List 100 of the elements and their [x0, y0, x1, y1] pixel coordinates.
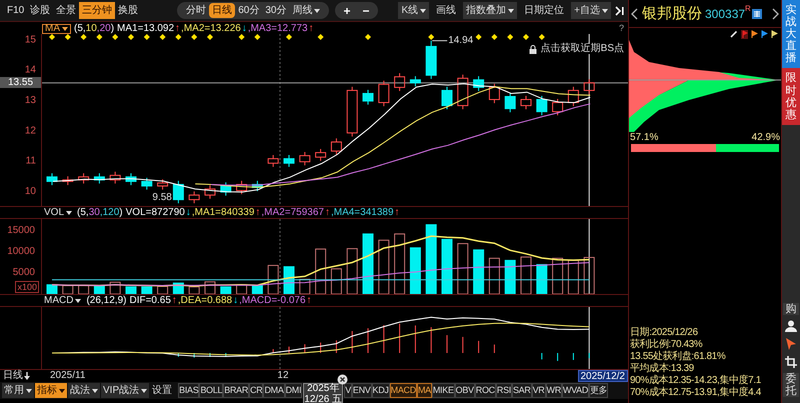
period-tab[interactable]: 周线 — [289, 3, 324, 18]
bs-point-icon — [254, 34, 260, 40]
pencil-icon[interactable] — [730, 30, 738, 38]
caret-icon — [508, 8, 514, 12]
flag-icon[interactable] — [761, 30, 768, 38]
indicator-reading: DIF=0.65 — [129, 295, 171, 306]
indicator-tab[interactable]: KDJ — [372, 383, 390, 398]
indicator-tab[interactable]: RSI — [496, 383, 512, 398]
indicator-tab[interactable]: SAR — [512, 383, 532, 398]
collapse-icon[interactable] — [615, 6, 624, 16]
indicator-tab[interactable]: OBV — [454, 383, 475, 398]
menu-button[interactable]: VIP战法 — [101, 383, 150, 398]
price-axis-label: 15 — [24, 34, 36, 46]
bs-point-icon — [318, 34, 324, 40]
side-tool-button[interactable]: 购 — [783, 302, 799, 315]
indicator-tab[interactable]: BOLL — [199, 383, 224, 398]
indicator-tab[interactable]: BIAS — [178, 383, 200, 398]
zoom-button[interactable]: + — [343, 4, 350, 16]
bs-point-icon — [80, 34, 87, 40]
bs-point-icon — [538, 34, 545, 40]
indicator-dropdown[interactable]: VOL — [42, 208, 74, 218]
volume-bar — [330, 268, 342, 294]
caret-icon — [602, 8, 608, 12]
indicator-reading: ,MACD=-0.076 — [239, 295, 306, 306]
menu-button[interactable]: 常用 — [2, 383, 34, 398]
toolbar-button[interactable]: +自选 — [571, 2, 611, 19]
chip-stat: 70%成本12.75-13.91,集中度4.4 — [630, 387, 762, 399]
date-axis-label: 2025/11 — [50, 371, 86, 381]
indicator-tab[interactable]: MA — [416, 383, 432, 398]
indicator-tab[interactable]: DMA — [263, 383, 285, 398]
volume-bar — [457, 243, 468, 294]
cursor-icon[interactable] — [784, 336, 798, 351]
bs-point-icon — [49, 34, 55, 40]
loss-percentage: 42.9% — [752, 132, 780, 144]
candlestick — [94, 172, 105, 184]
chip-stat: 获利比例:70.43% — [630, 339, 704, 350]
candlestick — [268, 154, 279, 168]
toolbar-tab[interactable]: 诊股 — [27, 2, 54, 19]
candlestick — [157, 178, 168, 190]
side-tool-button[interactable]: 委托 — [783, 372, 799, 397]
period-tab[interactable]: 分时 — [183, 3, 210, 18]
volume-bar — [394, 233, 406, 294]
indicator-tab[interactable]: MACD — [390, 383, 417, 398]
volume-axis-label: 5000 — [12, 268, 35, 278]
toolbar-button[interactable]: 日期定位 — [521, 2, 568, 19]
indicator-tab[interactable]: VR — [532, 383, 546, 398]
zoom-button[interactable]: − — [362, 4, 370, 16]
caret-icon — [75, 298, 82, 302]
stock-mark: R — [745, 5, 751, 13]
indicator-tab[interactable]: WVAD — [562, 383, 590, 398]
period-tab[interactable]: 30分 — [262, 3, 290, 18]
toolbar-button[interactable]: 指数叠加 — [463, 2, 518, 19]
volume-bar — [157, 286, 168, 294]
trend-arrow: ↑ — [394, 207, 400, 218]
menu-button[interactable]: 指标 — [35, 383, 67, 398]
side-tab[interactable]: 实战大直播 — [782, 0, 800, 68]
indicator-tab[interactable]: 更多 — [589, 383, 608, 398]
help-icon[interactable]: ? — [618, 24, 624, 33]
indicator-dropdown[interactable]: MACD — [42, 296, 84, 306]
toolbar-tab[interactable]: 换股 — [115, 2, 142, 19]
toolbar-tab[interactable]: F10 — [4, 2, 28, 19]
candlestick — [536, 95, 548, 116]
indicator-parameter: (26,12,9) — [86, 295, 126, 306]
date-axis-label: 12 — [277, 371, 289, 381]
indicator-parameter: ) — [110, 23, 114, 34]
next-icon[interactable] — [772, 8, 779, 20]
menu-button[interactable]: 战法 — [68, 383, 100, 398]
volume-bar — [488, 258, 500, 294]
side-tab[interactable]: 限时优惠 — [782, 68, 800, 125]
previous-icon[interactable] — [631, 8, 638, 20]
indicator-tab[interactable]: V — [344, 383, 352, 398]
flag-icon[interactable] — [751, 30, 758, 38]
period-tab[interactable]: 60分 — [235, 3, 262, 18]
toolbar-tab[interactable]: 三分钟 — [79, 2, 116, 19]
bs-point-icon — [191, 34, 198, 40]
indicator-reading: ,MA3=12.773 — [248, 23, 308, 34]
profit-percentage: 57.1% — [630, 132, 658, 144]
indicator-tab[interactable]: BRAR — [223, 383, 250, 398]
toolbar-tab[interactable]: 全景 — [53, 2, 80, 19]
candlestick — [394, 72, 406, 92]
indicator-tab[interactable]: ROC — [474, 383, 496, 398]
indicator-tab[interactable]: MIKE — [432, 383, 455, 398]
toolbar-button[interactable]: K线 — [398, 2, 430, 19]
indicator-tab[interactable]: WR — [546, 383, 562, 398]
indicator-tab[interactable]: CR — [249, 383, 264, 398]
toolbar-button[interactable]: 画线 — [433, 2, 460, 19]
crop-icon[interactable] — [784, 354, 798, 369]
period-tab[interactable]: 日线 — [209, 3, 236, 18]
indicator-dropdown[interactable]: MA — [42, 24, 71, 34]
bs-point-icon — [286, 34, 292, 40]
menu-button[interactable]: 设置 — [150, 383, 174, 398]
price-axis-label: 12 — [24, 125, 36, 136]
indicator-parameter: ) — [119, 207, 123, 218]
volume-bar — [504, 260, 516, 294]
indicator-tab[interactable]: DMI — [284, 383, 302, 398]
close-icon[interactable] — [337, 374, 348, 385]
volume-axis-label: 15000 — [7, 226, 35, 236]
person-icon[interactable] — [784, 318, 798, 333]
indicator-tab[interactable]: ENV — [352, 383, 372, 398]
stock-code: 300337 — [705, 8, 746, 20]
